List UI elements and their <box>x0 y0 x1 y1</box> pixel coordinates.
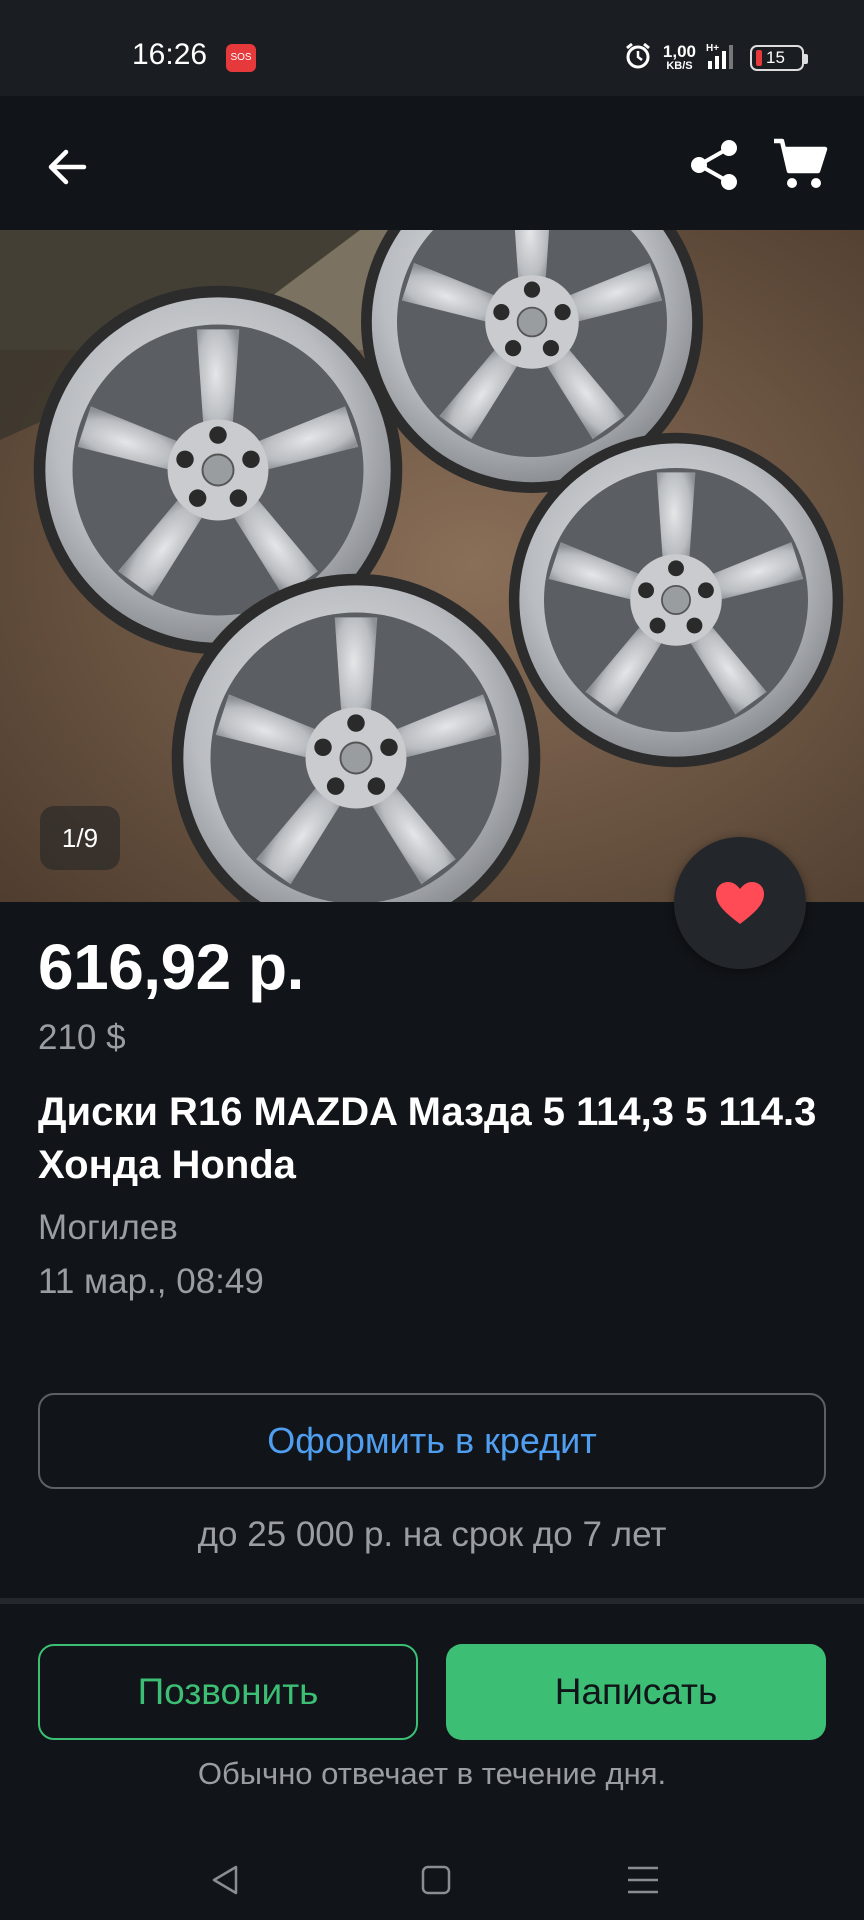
wheel-rims-image <box>0 230 864 902</box>
battery-icon: 15 <box>750 45 808 71</box>
write-button[interactable]: Написать <box>446 1644 826 1740</box>
alarm-icon <box>623 41 653 76</box>
favorite-button[interactable] <box>674 837 806 969</box>
reply-time-note: Обычно отвечает в течение дня. <box>197 1756 667 1791</box>
network-speed-unit: KB/S <box>666 60 693 72</box>
share-button[interactable] <box>682 132 748 198</box>
price: 616,92 р. <box>38 931 304 1003</box>
svg-text:H+: H+ <box>706 43 719 54</box>
listing-date: 11 мар., 08:49 <box>38 1262 264 1301</box>
divider <box>0 1598 864 1604</box>
arrow-left-icon <box>48 149 87 185</box>
nav-back-icon[interactable] <box>210 1864 240 1901</box>
network-speed: 1,00 KB/S <box>662 42 696 72</box>
listing-title: Диски R16 MAZDA Мазда 5 114,3 5 114.3 Хо… <box>38 1090 817 1187</box>
listing-city: Могилев <box>38 1208 178 1247</box>
sos-icon: SOS <box>226 44 256 72</box>
heart-icon <box>716 882 764 924</box>
price-usd: 210 $ <box>38 1018 126 1057</box>
status-indicators: 1,00 KB/S H+ 15 <box>623 40 808 76</box>
cart-icon <box>774 138 828 188</box>
signal-icon: H+ <box>706 41 740 76</box>
cart-button[interactable] <box>766 130 834 198</box>
call-button[interactable]: Позвонить <box>38 1644 418 1740</box>
status-time: 16:26 <box>132 38 208 71</box>
product-photo[interactable]: 1/9 <box>0 230 864 902</box>
battery-percent: 15 <box>766 48 785 67</box>
photo-counter: 1/9 <box>40 806 120 870</box>
status-bar: 16:26 SOS 1,00 KB/S H+ 15 <box>0 0 864 96</box>
nav-menu-icon[interactable] <box>626 1864 660 1901</box>
system-nav-bar <box>0 1820 864 1920</box>
share-icon <box>691 140 737 190</box>
app-bar <box>0 96 864 230</box>
nav-home-icon[interactable] <box>420 1864 452 1901</box>
network-speed-value: 1,00 <box>662 42 696 61</box>
back-button[interactable] <box>36 136 98 198</box>
battery-level <box>756 50 762 66</box>
credit-note: до 25 000 р. на срок до 7 лет <box>197 1515 667 1554</box>
credit-button[interactable]: Оформить в кредит <box>38 1393 826 1489</box>
